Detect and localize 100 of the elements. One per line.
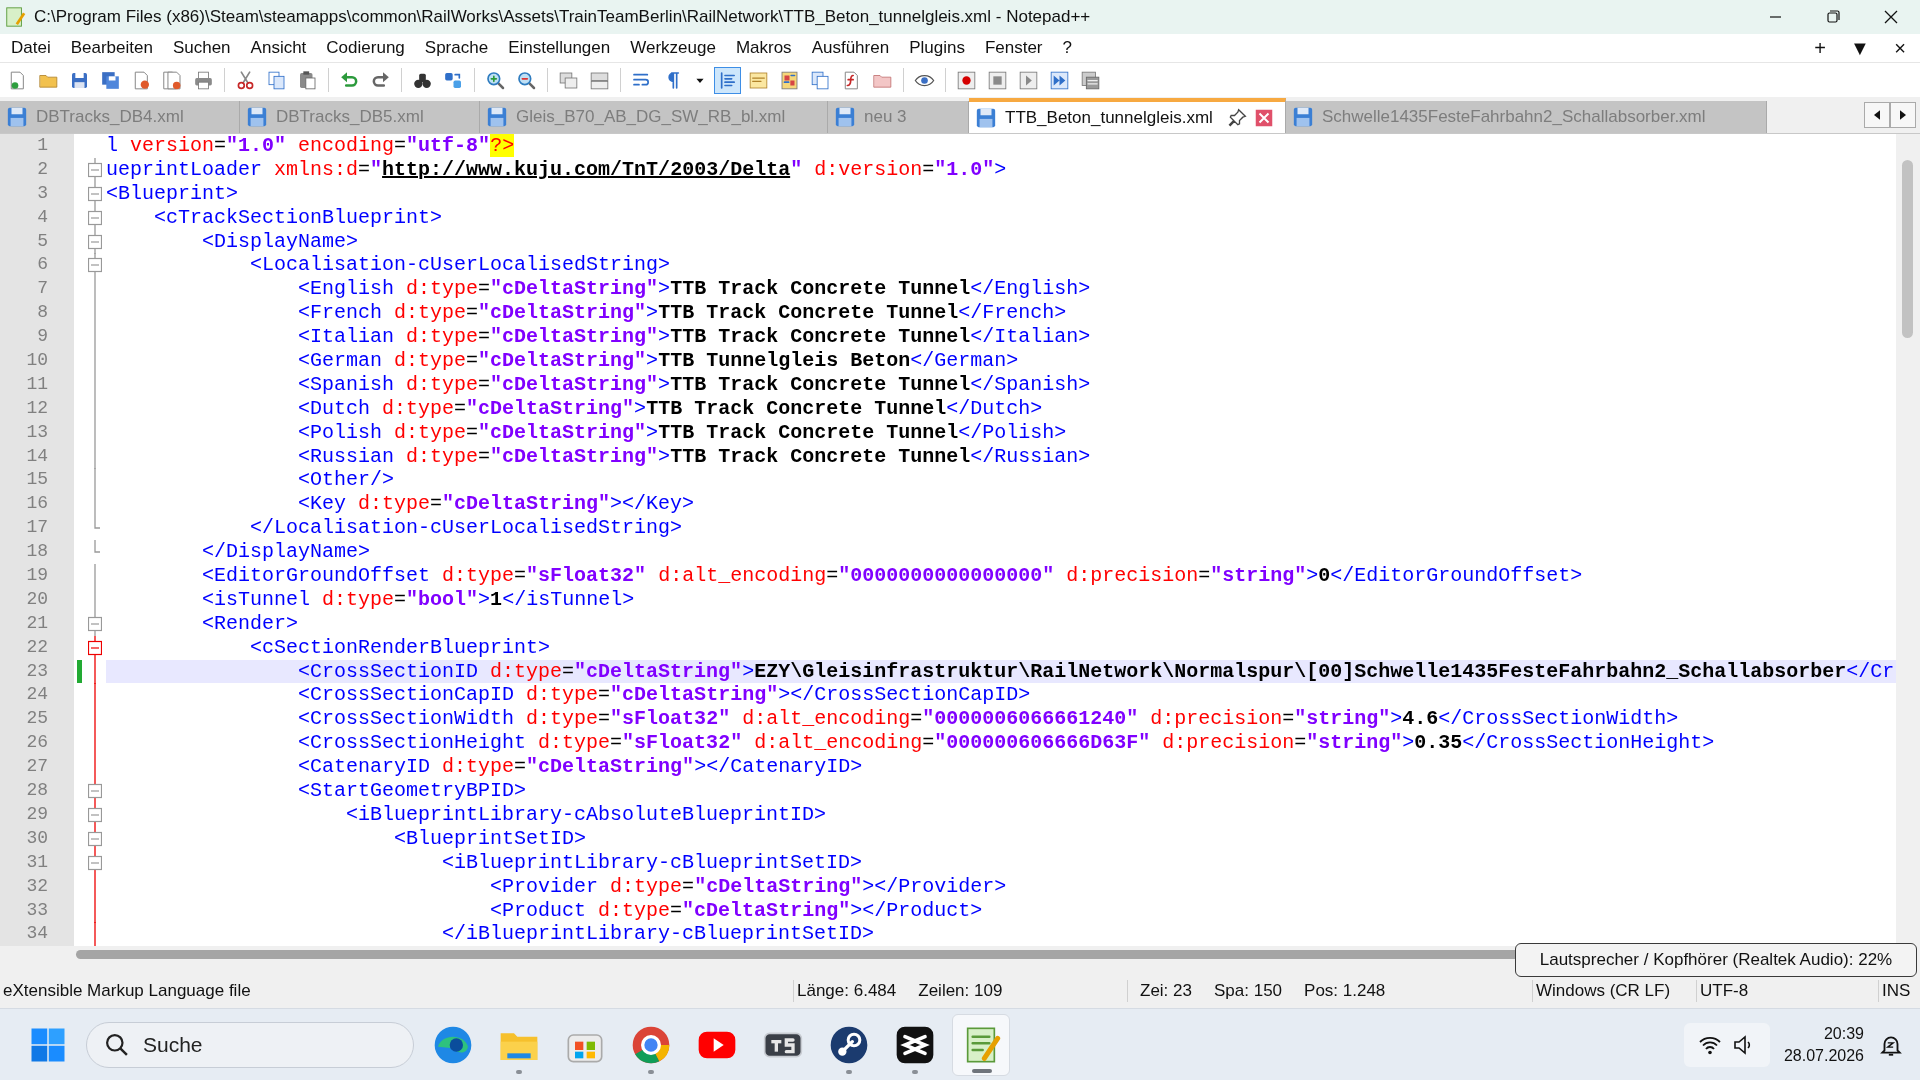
cursor-column-label: Spa: 150 bbox=[1214, 981, 1283, 1001]
line-number: 19 bbox=[26, 565, 48, 586]
menu-item[interactable]: Fenster bbox=[973, 36, 1052, 60]
code-line: <CatenaryID d:type="cDeltaString"></CatenaryID> bbox=[297, 755, 863, 779]
fold-toggle-icon[interactable] bbox=[88, 635, 102, 660]
fold-toggle-icon[interactable] bbox=[88, 157, 102, 182]
code-line: <iBlueprintLibrary-cBlueprintSetID> bbox=[441, 850, 863, 874]
vertical-scrollbar[interactable] bbox=[1896, 134, 1920, 946]
menu-button[interactable]: ▼ bbox=[1840, 36, 1880, 60]
menu-item[interactable]: Datei bbox=[0, 36, 60, 60]
code-line: <Italian d:type="cDeltaString">TTB Track Concrete Tunnel</Italian> bbox=[297, 325, 1091, 349]
line-number: 13 bbox=[26, 421, 48, 442]
menu-button[interactable]: + bbox=[1800, 36, 1840, 60]
menu-button[interactable]: × bbox=[1880, 36, 1920, 60]
file-type-label: eXtensible Markup Language file bbox=[3, 981, 251, 1001]
cut-logo-icon bbox=[895, 1024, 935, 1065]
line-number: 6 bbox=[37, 254, 48, 275]
line-number: 28 bbox=[26, 780, 48, 801]
scrollbar-thumb[interactable] bbox=[1902, 160, 1913, 338]
line-number: 29 bbox=[26, 803, 48, 824]
line-number: 20 bbox=[26, 588, 48, 609]
search-field[interactable]: Suche bbox=[86, 1021, 414, 1068]
line-number: 33 bbox=[26, 899, 48, 920]
code-line: <CrossSectionHeight d:type="sFloat32" d:alt_encoding="000000606666D63F" d:precision="string">0.35</CrossSectionHeight> bbox=[297, 731, 1715, 755]
menu-item[interactable]: Bearbeiten bbox=[59, 36, 162, 60]
line-number: 27 bbox=[26, 756, 48, 777]
line-number: 32 bbox=[26, 875, 48, 896]
fold-toggle-icon[interactable] bbox=[88, 779, 102, 804]
code-line: <BlueprintSetID> bbox=[393, 826, 587, 850]
cursor-position-label: Pos: 1.248 bbox=[1304, 981, 1386, 1001]
line-number: 4 bbox=[37, 206, 48, 227]
line-number: 17 bbox=[26, 517, 48, 538]
line-number: 3 bbox=[37, 182, 48, 203]
code-line: <Product d:type="cDeltaString"></Product> bbox=[489, 898, 983, 922]
code-line: <CrossSectionWidth d:type="sFloat32" d:alt_encoding="0000006066661240" d:precision="string">4.6</CrossSectionWidth> bbox=[297, 707, 1679, 731]
clock-date: 28.07.2026 bbox=[1783, 1046, 1864, 1065]
fold-toggle-icon[interactable] bbox=[88, 229, 102, 254]
menu-item[interactable]: Einstellungen bbox=[497, 36, 620, 60]
code-line: <Render> bbox=[201, 611, 299, 635]
length-label: Länge: 6.484 bbox=[797, 981, 897, 1001]
line-number: 34 bbox=[26, 923, 48, 944]
fold-toggle-icon[interactable] bbox=[88, 253, 102, 278]
line-number: 8 bbox=[37, 302, 48, 323]
menu-item[interactable]: Suchen bbox=[161, 36, 240, 60]
code-line: <Dutch d:type="cDeltaString">TTB Track Concrete Tunnel</Dutch> bbox=[297, 396, 1043, 420]
code-line: <French d:type="cDeltaString">TTB Track Concrete Tunnel</French> bbox=[297, 301, 1067, 325]
line-number: 9 bbox=[37, 326, 48, 347]
code-line: l version="1.0" encoding="utf-8"?> bbox=[106, 134, 515, 157]
line-number: 15 bbox=[26, 469, 48, 490]
menu-item[interactable]: Makros bbox=[724, 36, 801, 60]
menu-item[interactable]: Plugins bbox=[898, 36, 974, 60]
fold-toggle-icon[interactable] bbox=[88, 802, 102, 827]
fold-toggle-icon[interactable] bbox=[88, 611, 102, 636]
ring-app-icon bbox=[631, 1024, 671, 1065]
tooltip: Lautsprecher / Kopfhörer (Realtek Audio): 22% bbox=[1515, 943, 1917, 977]
fold-toggle-icon[interactable] bbox=[88, 850, 102, 875]
fold-toggle-icon[interactable] bbox=[88, 826, 102, 851]
round-logo-icon bbox=[829, 1024, 869, 1065]
code-line: <Key d:type="cDeltaString"></Key> bbox=[297, 492, 695, 516]
line-count-label: Zeilen: 109 bbox=[918, 981, 1003, 1001]
windows-logo-icon[interactable] bbox=[30, 1026, 66, 1063]
code-line: <StartGeometryBPID> bbox=[297, 779, 527, 803]
code-line: <cTrackSectionBlueprint> bbox=[153, 205, 443, 229]
code-line: ueprintLoader xmlns:d="http://www.kuju.com/TnT/2003/Delta" d:version="1.0"> bbox=[106, 157, 1007, 181]
line-number: 16 bbox=[26, 493, 48, 514]
fold-toggle-icon[interactable] bbox=[88, 205, 102, 230]
code-line: <iBlueprintLibrary-cAbsoluteBlueprintID> bbox=[345, 802, 827, 826]
menu-item[interactable]: Ausführen bbox=[800, 36, 899, 60]
file-tab[interactable]: TTB_Beton_tunnelgleis.xml bbox=[969, 98, 1286, 133]
menu-item[interactable]: Codierung bbox=[315, 36, 414, 60]
menu-item[interactable]: Ansicht bbox=[239, 36, 316, 60]
app-icon bbox=[4, 6, 26, 28]
line-number: 12 bbox=[26, 397, 48, 418]
insert-mode-label: INS bbox=[1882, 981, 1911, 1001]
line-number: 26 bbox=[26, 732, 48, 753]
code-line: <isTunnel d:type="bool">1</isTunnel> bbox=[201, 587, 635, 611]
fold-toggle-icon[interactable] bbox=[88, 181, 102, 206]
menu-item[interactable]: ? bbox=[1051, 36, 1081, 60]
line-number: 10 bbox=[26, 350, 48, 370]
scroll-left-button[interactable] bbox=[1864, 102, 1890, 128]
line-number: 5 bbox=[37, 230, 48, 251]
search-icon bbox=[106, 1033, 128, 1056]
cursor-line-label: Zei: 23 bbox=[1140, 981, 1192, 1001]
code-line: </DisplayName> bbox=[201, 540, 371, 564]
pin-icon[interactable] bbox=[1226, 107, 1247, 128]
code-line: <cSectionRenderBlueprint> bbox=[249, 635, 551, 659]
close-tab-icon[interactable] bbox=[1254, 108, 1273, 127]
indent-guide-icon[interactable] bbox=[714, 66, 741, 94]
menu-item[interactable]: Sprache bbox=[413, 36, 498, 60]
scroll-right-button[interactable] bbox=[1890, 102, 1916, 128]
menu-item[interactable]: Werkzeuge bbox=[619, 36, 725, 60]
line-number: 22 bbox=[26, 636, 48, 657]
tray-button[interactable] bbox=[1683, 1022, 1770, 1067]
code-line: <Russian d:type="cDeltaString">TTB Track Concrete Tunnel</Russian> bbox=[297, 444, 1091, 468]
encoding-label: UTF-8 bbox=[1700, 981, 1749, 1001]
code-line: <Spanish d:type="cDeltaString">TTB Track Concrete Tunnel</Spanish> bbox=[297, 372, 1091, 396]
code-line: <English d:type="cDeltaString">TTB Track Concrete Tunnel</English> bbox=[297, 277, 1091, 301]
clock-time: 20:39 bbox=[1823, 1024, 1864, 1043]
line-number: 2 bbox=[37, 158, 48, 179]
code-line: <Blueprint> bbox=[106, 181, 239, 205]
